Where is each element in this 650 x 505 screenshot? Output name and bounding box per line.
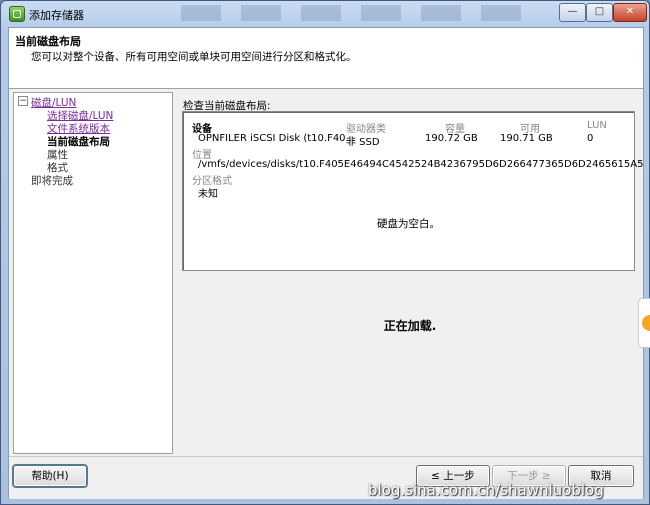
device-drive-type: 非 SSD — [346, 137, 380, 148]
column-header-lun: LUN — [587, 120, 607, 131]
loading-status: 正在加载. — [383, 319, 437, 333]
main-panel: 检查当前磁盘布局: 设备 驱动器类 容量 可用 LUN OPNFILER iSC… — [177, 92, 644, 452]
partition-format-value: 未知 — [198, 189, 218, 200]
device-capacity: 190.72 GB — [425, 133, 478, 144]
add-storage-window: 添加存储器 — □ ✕ 当前磁盘布局 您可以对整个设备、所有可用空间或单块可用空… — [0, 0, 650, 505]
minimize-button[interactable]: — — [559, 3, 586, 22]
location-value: /vmfs/devices/disks/t10.F405E46494C45425… — [198, 159, 644, 170]
nav-step-ready-to-complete: 即将完成 — [31, 175, 73, 187]
title-bar[interactable]: 添加存储器 — □ ✕ — [1, 1, 649, 27]
disk-layout-box: 设备 驱动器类 容量 可用 LUN OPNFILER iSCSI Disk (t… — [182, 111, 644, 271]
page-title: 当前磁盘布局 — [15, 35, 81, 48]
blurred-background-text — [181, 5, 541, 21]
device-lun: 0 — [587, 133, 594, 144]
side-floating-badge[interactable] — [638, 298, 650, 348]
disk-empty-message: 硬盘为空白。 — [377, 218, 440, 230]
blog-watermark: blog.sina.com.cn/shawnluoblog — [368, 481, 604, 499]
device-available: 190.71 GB — [500, 133, 553, 144]
device-name: OPNFILER iSCSI Disk (t10.F40... — [198, 133, 356, 144]
wizard-header: 当前磁盘布局 您可以对整个设备、所有可用空间或单块可用空间进行分区和格式化。 — [9, 28, 643, 89]
help-button[interactable]: 帮助(H) — [13, 465, 87, 487]
wizard-client-area: 当前磁盘布局 您可以对整个设备、所有可用空间或单块可用空间进行分区和格式化。 −… — [8, 27, 644, 499]
storage-app-icon — [9, 6, 25, 22]
close-button[interactable]: ✕ — [613, 3, 647, 22]
wizard-steps-nav: − 磁盘/LUN 选择磁盘/LUN 文件系统版本 当前磁盘布局 属性 格式 即将… — [13, 92, 173, 454]
badge-icon — [642, 315, 650, 331]
collapse-tree-icon[interactable]: − — [18, 96, 28, 106]
window-title: 添加存储器 — [29, 9, 84, 22]
maximize-button[interactable]: □ — [586, 3, 613, 22]
page-description: 您可以对整个设备、所有可用空间或单块可用空间进行分区和格式化。 — [31, 51, 357, 63]
